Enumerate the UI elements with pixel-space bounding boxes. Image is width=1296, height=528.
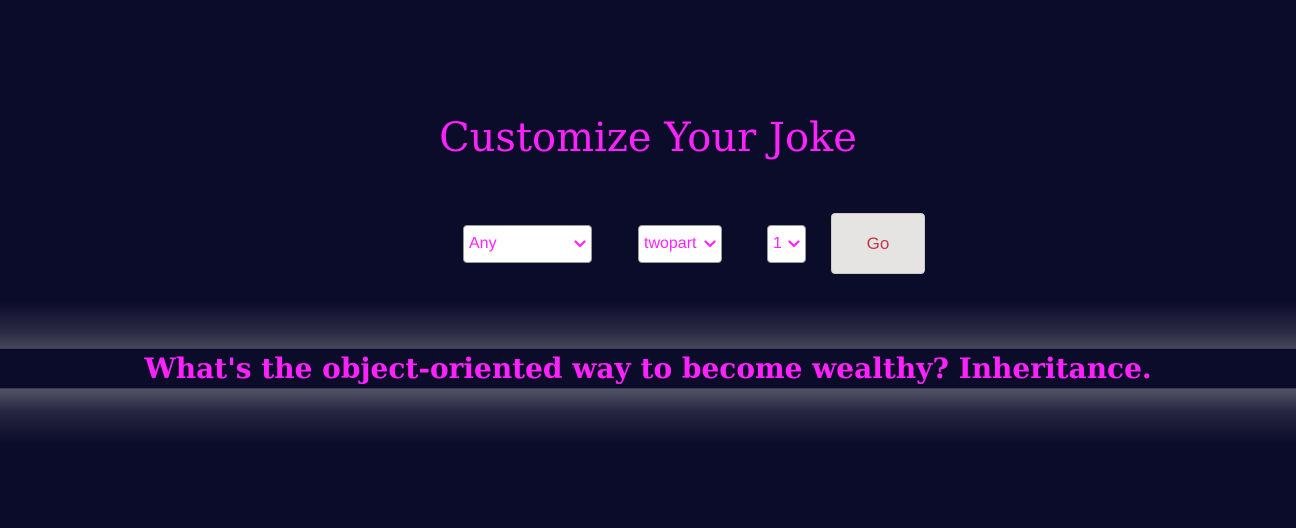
joke-text: What's the object-oriented way to become…: [144, 352, 1152, 385]
chevron-down-icon: [704, 240, 716, 248]
joke-banner: What's the object-oriented way to become…: [0, 348, 1296, 389]
page-title: Customize Your Joke: [439, 115, 857, 161]
go-button[interactable]: Go: [831, 213, 925, 274]
amount-select[interactable]: 1: [767, 225, 806, 263]
category-select[interactable]: Any: [463, 225, 592, 263]
chevron-down-icon: [788, 240, 800, 248]
glow-divider-top: [0, 300, 1296, 348]
type-select-value: twopart: [644, 235, 697, 252]
chevron-down-icon: [574, 240, 586, 248]
glow-divider-bottom: [0, 389, 1296, 445]
category-select-value: Any: [469, 235, 497, 252]
type-select[interactable]: twopart: [638, 225, 722, 263]
amount-select-value: 1: [773, 235, 782, 252]
page-background: Customize Your Joke Any twopart 1 Go Wha…: [0, 0, 1296, 528]
